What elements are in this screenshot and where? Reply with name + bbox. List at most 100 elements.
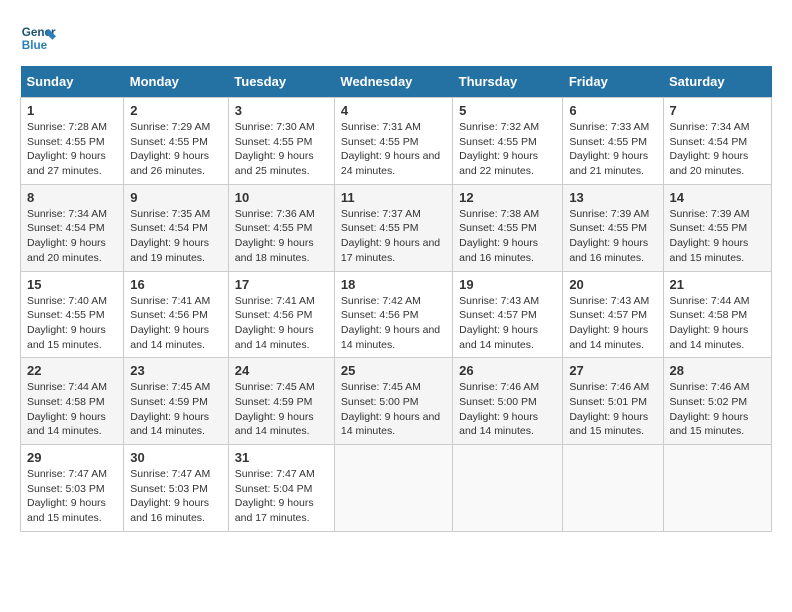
cell-info: Sunrise: 7:36 AMSunset: 4:55 PMDaylight:… <box>235 207 328 266</box>
day-number: 7 <box>670 103 766 118</box>
cell-info: Sunrise: 7:31 AMSunset: 4:55 PMDaylight:… <box>341 120 446 179</box>
cell-info: Sunrise: 7:39 AMSunset: 4:55 PMDaylight:… <box>569 207 656 266</box>
calendar-week-row: 15 Sunrise: 7:40 AMSunset: 4:55 PMDaylig… <box>21 271 772 358</box>
day-number: 16 <box>130 277 222 292</box>
cell-info: Sunrise: 7:33 AMSunset: 4:55 PMDaylight:… <box>569 120 656 179</box>
cell-info: Sunrise: 7:46 AMSunset: 5:00 PMDaylight:… <box>459 380 556 439</box>
cell-info: Sunrise: 7:34 AMSunset: 4:54 PMDaylight:… <box>27 207 117 266</box>
cell-info: Sunrise: 7:43 AMSunset: 4:57 PMDaylight:… <box>459 294 556 353</box>
calendar-day-cell: 11 Sunrise: 7:37 AMSunset: 4:55 PMDaylig… <box>334 184 452 271</box>
weekday-header-cell: Tuesday <box>228 66 334 98</box>
day-number: 24 <box>235 363 328 378</box>
day-number: 4 <box>341 103 446 118</box>
cell-info: Sunrise: 7:44 AMSunset: 4:58 PMDaylight:… <box>670 294 766 353</box>
calendar-day-cell: 31 Sunrise: 7:47 AMSunset: 5:04 PMDaylig… <box>228 445 334 532</box>
calendar-week-row: 1 Sunrise: 7:28 AMSunset: 4:55 PMDayligh… <box>21 98 772 185</box>
day-number: 20 <box>569 277 656 292</box>
header: General Blue <box>20 20 772 56</box>
calendar-day-cell <box>563 445 663 532</box>
calendar-day-cell: 25 Sunrise: 7:45 AMSunset: 5:00 PMDaylig… <box>334 358 452 445</box>
calendar-day-cell: 10 Sunrise: 7:36 AMSunset: 4:55 PMDaylig… <box>228 184 334 271</box>
day-number: 23 <box>130 363 222 378</box>
day-number: 29 <box>27 450 117 465</box>
calendar-day-cell: 17 Sunrise: 7:41 AMSunset: 4:56 PMDaylig… <box>228 271 334 358</box>
weekday-header-cell: Monday <box>124 66 229 98</box>
calendar-day-cell: 16 Sunrise: 7:41 AMSunset: 4:56 PMDaylig… <box>124 271 229 358</box>
cell-info: Sunrise: 7:32 AMSunset: 4:55 PMDaylight:… <box>459 120 556 179</box>
cell-info: Sunrise: 7:30 AMSunset: 4:55 PMDaylight:… <box>235 120 328 179</box>
weekday-header-cell: Friday <box>563 66 663 98</box>
day-number: 13 <box>569 190 656 205</box>
cell-info: Sunrise: 7:46 AMSunset: 5:01 PMDaylight:… <box>569 380 656 439</box>
weekday-header-cell: Thursday <box>453 66 563 98</box>
calendar-body: 1 Sunrise: 7:28 AMSunset: 4:55 PMDayligh… <box>21 98 772 532</box>
day-number: 14 <box>670 190 766 205</box>
calendar-day-cell: 22 Sunrise: 7:44 AMSunset: 4:58 PMDaylig… <box>21 358 124 445</box>
day-number: 27 <box>569 363 656 378</box>
cell-info: Sunrise: 7:41 AMSunset: 4:56 PMDaylight:… <box>130 294 222 353</box>
calendar-day-cell: 20 Sunrise: 7:43 AMSunset: 4:57 PMDaylig… <box>563 271 663 358</box>
calendar-day-cell: 23 Sunrise: 7:45 AMSunset: 4:59 PMDaylig… <box>124 358 229 445</box>
day-number: 3 <box>235 103 328 118</box>
day-number: 22 <box>27 363 117 378</box>
day-number: 6 <box>569 103 656 118</box>
weekday-header-row: SundayMondayTuesdayWednesdayThursdayFrid… <box>21 66 772 98</box>
cell-info: Sunrise: 7:35 AMSunset: 4:54 PMDaylight:… <box>130 207 222 266</box>
cell-info: Sunrise: 7:44 AMSunset: 4:58 PMDaylight:… <box>27 380 117 439</box>
calendar-day-cell: 3 Sunrise: 7:30 AMSunset: 4:55 PMDayligh… <box>228 98 334 185</box>
cell-info: Sunrise: 7:37 AMSunset: 4:55 PMDaylight:… <box>341 207 446 266</box>
day-number: 9 <box>130 190 222 205</box>
calendar-day-cell: 18 Sunrise: 7:42 AMSunset: 4:56 PMDaylig… <box>334 271 452 358</box>
calendar-day-cell: 29 Sunrise: 7:47 AMSunset: 5:03 PMDaylig… <box>21 445 124 532</box>
cell-info: Sunrise: 7:40 AMSunset: 4:55 PMDaylight:… <box>27 294 117 353</box>
calendar-day-cell: 28 Sunrise: 7:46 AMSunset: 5:02 PMDaylig… <box>663 358 772 445</box>
calendar-week-row: 8 Sunrise: 7:34 AMSunset: 4:54 PMDayligh… <box>21 184 772 271</box>
day-number: 1 <box>27 103 117 118</box>
cell-info: Sunrise: 7:47 AMSunset: 5:03 PMDaylight:… <box>130 467 222 526</box>
day-number: 19 <box>459 277 556 292</box>
calendar-week-row: 22 Sunrise: 7:44 AMSunset: 4:58 PMDaylig… <box>21 358 772 445</box>
logo-icon: General Blue <box>20 20 56 56</box>
calendar-day-cell: 19 Sunrise: 7:43 AMSunset: 4:57 PMDaylig… <box>453 271 563 358</box>
calendar-week-row: 29 Sunrise: 7:47 AMSunset: 5:03 PMDaylig… <box>21 445 772 532</box>
cell-info: Sunrise: 7:45 AMSunset: 4:59 PMDaylight:… <box>235 380 328 439</box>
day-number: 30 <box>130 450 222 465</box>
calendar-day-cell: 21 Sunrise: 7:44 AMSunset: 4:58 PMDaylig… <box>663 271 772 358</box>
calendar-day-cell <box>663 445 772 532</box>
calendar-day-cell: 26 Sunrise: 7:46 AMSunset: 5:00 PMDaylig… <box>453 358 563 445</box>
cell-info: Sunrise: 7:28 AMSunset: 4:55 PMDaylight:… <box>27 120 117 179</box>
cell-info: Sunrise: 7:39 AMSunset: 4:55 PMDaylight:… <box>670 207 766 266</box>
calendar-day-cell: 24 Sunrise: 7:45 AMSunset: 4:59 PMDaylig… <box>228 358 334 445</box>
day-number: 17 <box>235 277 328 292</box>
cell-info: Sunrise: 7:45 AMSunset: 4:59 PMDaylight:… <box>130 380 222 439</box>
weekday-header-cell: Wednesday <box>334 66 452 98</box>
logo: General Blue <box>20 20 56 56</box>
day-number: 18 <box>341 277 446 292</box>
calendar-day-cell <box>334 445 452 532</box>
cell-info: Sunrise: 7:34 AMSunset: 4:54 PMDaylight:… <box>670 120 766 179</box>
cell-info: Sunrise: 7:43 AMSunset: 4:57 PMDaylight:… <box>569 294 656 353</box>
calendar-day-cell: 12 Sunrise: 7:38 AMSunset: 4:55 PMDaylig… <box>453 184 563 271</box>
calendar-day-cell: 30 Sunrise: 7:47 AMSunset: 5:03 PMDaylig… <box>124 445 229 532</box>
cell-info: Sunrise: 7:46 AMSunset: 5:02 PMDaylight:… <box>670 380 766 439</box>
day-number: 26 <box>459 363 556 378</box>
calendar-day-cell <box>453 445 563 532</box>
day-number: 11 <box>341 190 446 205</box>
calendar-day-cell: 6 Sunrise: 7:33 AMSunset: 4:55 PMDayligh… <box>563 98 663 185</box>
cell-info: Sunrise: 7:47 AMSunset: 5:04 PMDaylight:… <box>235 467 328 526</box>
calendar-day-cell: 1 Sunrise: 7:28 AMSunset: 4:55 PMDayligh… <box>21 98 124 185</box>
day-number: 2 <box>130 103 222 118</box>
day-number: 12 <box>459 190 556 205</box>
calendar-day-cell: 2 Sunrise: 7:29 AMSunset: 4:55 PMDayligh… <box>124 98 229 185</box>
weekday-header-cell: Saturday <box>663 66 772 98</box>
day-number: 8 <box>27 190 117 205</box>
calendar-day-cell: 14 Sunrise: 7:39 AMSunset: 4:55 PMDaylig… <box>663 184 772 271</box>
day-number: 28 <box>670 363 766 378</box>
calendar-day-cell: 5 Sunrise: 7:32 AMSunset: 4:55 PMDayligh… <box>453 98 563 185</box>
svg-text:Blue: Blue <box>22 39 48 52</box>
calendar-day-cell: 27 Sunrise: 7:46 AMSunset: 5:01 PMDaylig… <box>563 358 663 445</box>
day-number: 31 <box>235 450 328 465</box>
weekday-header-cell: Sunday <box>21 66 124 98</box>
calendar-day-cell: 8 Sunrise: 7:34 AMSunset: 4:54 PMDayligh… <box>21 184 124 271</box>
cell-info: Sunrise: 7:42 AMSunset: 4:56 PMDaylight:… <box>341 294 446 353</box>
